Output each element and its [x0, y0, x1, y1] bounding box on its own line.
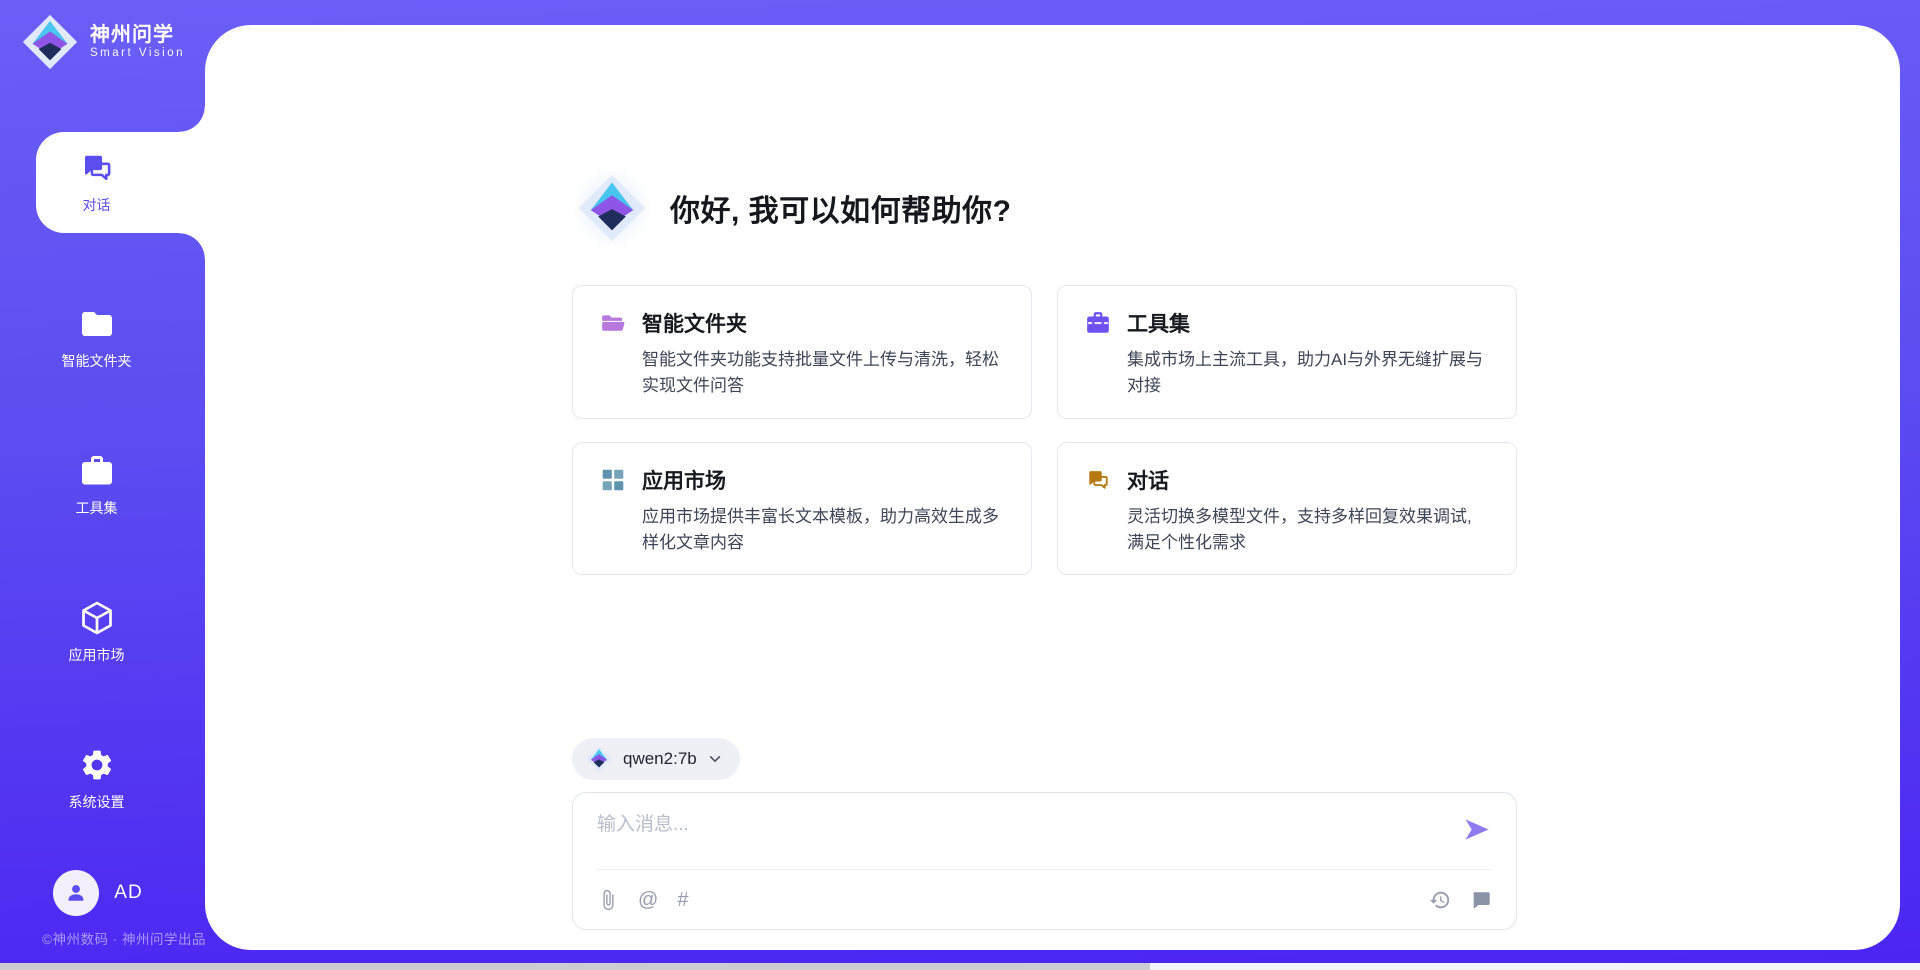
sidebar-item-smart-folder[interactable]: 智能文件夹 [0, 279, 205, 380]
brand: 神州问学 Smart Vision [0, 0, 205, 70]
model-name: qwen2:7b [623, 749, 697, 769]
toolbox-icon [79, 453, 115, 489]
sidebar-item-label: 智能文件夹 [62, 351, 132, 371]
card-title: 对话 [1127, 465, 1169, 495]
history-icon[interactable] [1429, 889, 1451, 911]
card-description: 集成市场上主流工具，助力AI与外界无缝扩展与对接 [1127, 347, 1488, 400]
user-name: AD [114, 882, 142, 904]
sidebar: 神州问学 Smart Vision 对话 智能文件夹 工具集 应用市场 [0, 0, 205, 970]
send-icon[interactable] [1462, 816, 1492, 843]
card-chat[interactable]: 对话 灵活切换多模型文件，支持多样回复效果调试, 满足个性化需求 [1057, 442, 1517, 576]
sidebar-item-app-market[interactable]: 应用市场 [0, 573, 205, 674]
card-description: 灵活切换多模型文件，支持多样回复效果调试, 满足个性化需求 [1127, 504, 1488, 557]
card-description: 智能文件夹功能支持批量文件上传与清洗，轻松实现文件问答 [642, 347, 1003, 400]
brand-logo-diamond-icon [22, 14, 78, 70]
brand-name-en: Smart Vision [90, 47, 185, 60]
card-title: 智能文件夹 [642, 308, 747, 338]
sidebar-item-label: 应用市场 [69, 645, 125, 665]
sidebar-item-label: 对话 [83, 195, 111, 215]
greeting-title: 你好, 我可以如何帮助你? [670, 186, 1012, 230]
sidebar-nav: 对话 智能文件夹 工具集 应用市场 系统设置 [0, 132, 205, 867]
cube-icon [79, 600, 115, 636]
model-selector[interactable]: qwen2:7b [572, 738, 740, 780]
attach-icon[interactable] [597, 889, 619, 911]
model-logo-diamond-icon [586, 746, 612, 772]
sidebar-item-settings[interactable]: 系统设置 [0, 720, 205, 821]
brand-name-cn: 神州问学 [90, 24, 185, 47]
user-profile[interactable]: AD [0, 870, 196, 916]
main-panel: 你好, 我可以如何帮助你? 智能文件夹 智能文件夹功能支持批量文件上传与清洗，轻… [205, 25, 1900, 950]
app-logo-diamond-icon [578, 174, 646, 242]
card-description: 应用市场提供丰富长文本模板，助力高效生成多样化文章内容 [642, 504, 1003, 557]
feature-cards: 智能文件夹 智能文件夹功能支持批量文件上传与清洗，轻松实现文件问答 工具集 集成… [572, 285, 1517, 575]
app-grid-icon [600, 467, 626, 493]
folder-open-icon [600, 310, 626, 336]
card-title: 工具集 [1127, 308, 1190, 338]
chevron-down-icon [708, 752, 722, 766]
card-smart-folder[interactable]: 智能文件夹 智能文件夹功能支持批量文件上传与清洗，轻松实现文件问答 [572, 285, 1032, 419]
person-icon [63, 880, 89, 906]
tab-fillet [179, 233, 205, 259]
message-input[interactable] [597, 808, 1462, 836]
avatar [53, 870, 99, 916]
sidebar-item-label: 工具集 [76, 498, 118, 518]
card-app-market[interactable]: 应用市场 应用市场提供丰富长文本模板，助力高效生成多样化文章内容 [572, 442, 1032, 576]
sidebar-item-chat[interactable]: 对话 [0, 132, 205, 233]
mention-icon[interactable]: @ [638, 890, 658, 910]
toolbox-icon [1085, 310, 1111, 336]
horizontal-scrollbar[interactable] [0, 963, 1920, 970]
chat-bubbles-icon [79, 150, 115, 186]
folder-icon [79, 306, 115, 342]
card-toolset[interactable]: 工具集 集成市场上主流工具，助力AI与外界无缝扩展与对接 [1057, 285, 1517, 419]
gear-icon [79, 747, 115, 783]
scrollbar-thumb[interactable] [0, 963, 1150, 970]
copyright-text: ©神州数码 · 神州问学出品 [42, 928, 206, 948]
hero: 你好, 我可以如何帮助你? [572, 168, 1517, 248]
hash-icon[interactable]: # [677, 890, 688, 910]
card-title: 应用市场 [642, 465, 726, 495]
sidebar-item-toolset[interactable]: 工具集 [0, 426, 205, 527]
message-composer: @ # [572, 792, 1517, 930]
sidebar-item-label: 系统设置 [69, 792, 125, 812]
chat-bubbles-icon [1085, 467, 1111, 493]
comment-icon[interactable] [1470, 889, 1492, 911]
tab-fillet [179, 106, 205, 132]
